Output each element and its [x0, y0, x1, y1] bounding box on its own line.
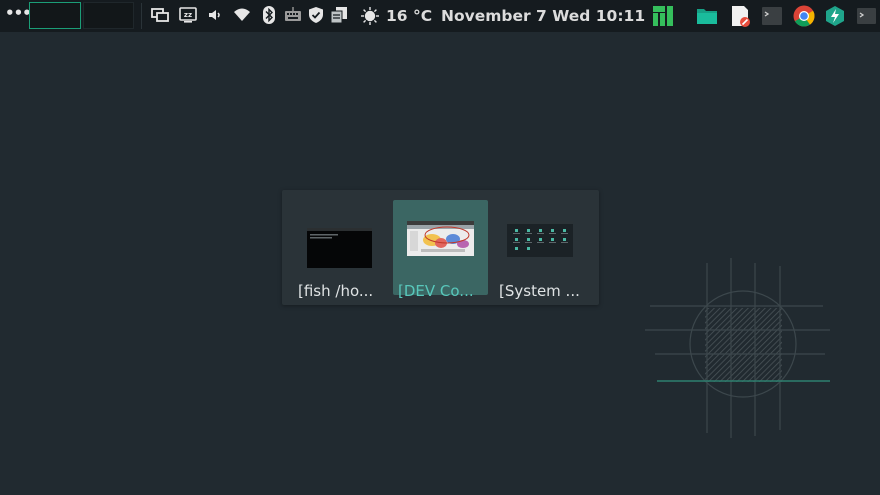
- switcher-item-dev[interactable]: [DEV Co...: [393, 200, 488, 300]
- switcher-label: [fish /ho...: [298, 282, 374, 300]
- clock-text[interactable]: November 7 Wed 10:11: [441, 7, 645, 25]
- switcher-label: [DEV Co...: [398, 282, 474, 300]
- more-icon[interactable]: •••: [5, 4, 32, 22]
- screens-icon[interactable]: [151, 6, 169, 24]
- manjaro-icon[interactable]: [652, 5, 674, 27]
- browser-thumbnail: [407, 221, 474, 256]
- wifi-icon[interactable]: [233, 6, 251, 24]
- clipboard-icon[interactable]: [330, 6, 348, 24]
- temperature-text[interactable]: 16 °C: [386, 7, 432, 25]
- wallpaper-logo-icon: [645, 258, 830, 438]
- terminal-icon[interactable]: [761, 5, 783, 27]
- switcher-item-fish[interactable]: [fish /ho...: [292, 200, 387, 300]
- switcher-label: [System ...: [499, 282, 580, 300]
- sleep-icon[interactable]: zz: [179, 6, 197, 24]
- panel-separator: [141, 3, 142, 29]
- terminal-thumbnail: [307, 228, 372, 268]
- folder-icon[interactable]: [696, 5, 718, 27]
- workspace-1[interactable]: [29, 2, 81, 29]
- volume-icon[interactable]: [207, 6, 225, 24]
- shield-icon[interactable]: [307, 6, 325, 24]
- workspace-2[interactable]: [83, 2, 134, 29]
- svg-text:zz: zz: [184, 11, 192, 19]
- terminal-small-icon[interactable]: [856, 5, 878, 27]
- sun-icon: [361, 7, 379, 25]
- window-switcher: [fish /ho... [DEV Co... [System ...: [282, 190, 599, 305]
- settings-thumbnail: [507, 221, 573, 257]
- editor-icon[interactable]: [729, 5, 751, 27]
- keyboard-icon[interactable]: [284, 6, 302, 24]
- chrome-icon[interactable]: [793, 5, 815, 27]
- bluetooth-icon[interactable]: [260, 6, 278, 24]
- switcher-item-system[interactable]: [System ...: [494, 200, 589, 300]
- bolt-icon[interactable]: [824, 5, 846, 27]
- top-panel: ••• zz 16 °C November 7 Wed 10:11: [0, 0, 880, 32]
